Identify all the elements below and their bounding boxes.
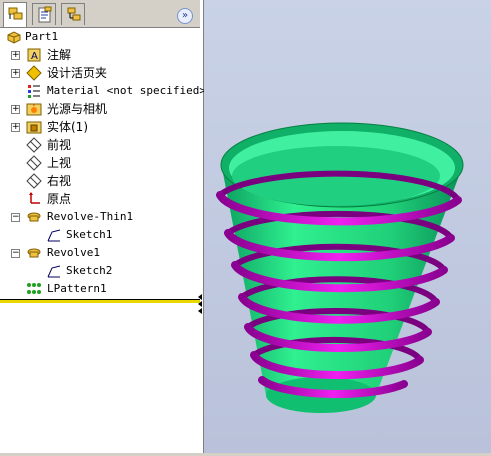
tree-root-label: Part1 <box>25 30 59 43</box>
tree-item-lpattern1[interactable]: LPattern1 <box>0 280 200 298</box>
lights-cameras-icon <box>26 103 42 116</box>
tree-item-solid-bodies[interactable]: + 实体(1) <box>0 118 200 136</box>
expander[interactable]: + <box>11 69 20 78</box>
tree-item-revolve1[interactable]: − Revolve1 <box>0 244 200 262</box>
tree-item-label: 原点 <box>47 192 72 206</box>
tree-item-lights-cameras[interactable]: + 光源与相机 <box>0 100 200 118</box>
tree-item-label: Sketch2 <box>66 264 113 277</box>
expander[interactable]: + <box>11 51 20 60</box>
feature-manager-panel: » Part1 + A 注解 + 设计活页夹 Material <not spe… <box>0 0 206 453</box>
tree-item-sketch2[interactable]: Sketch2 <box>0 262 200 280</box>
sketch-icon <box>47 229 61 242</box>
solid-bodies-folder-icon <box>26 121 42 134</box>
feature-tree: Part1 + A 注解 + 设计活页夹 Material <not speci… <box>0 28 206 298</box>
tree-item-label: LPattern1 <box>47 282 107 295</box>
annotations-icon: A <box>27 48 41 62</box>
tree-item-material[interactable]: Material <not specified> <box>0 82 206 100</box>
tree-item-label: 注解 <box>47 48 72 62</box>
panel-splitter[interactable] <box>197 294 203 314</box>
tree-item-label: 设计活页夹 <box>47 66 108 80</box>
tree-item-design-binder[interactable]: + 设计活页夹 <box>0 64 200 82</box>
tree-item-label: 光源与相机 <box>47 102 108 116</box>
tab-featuremanager[interactable] <box>3 2 27 27</box>
tree-item-label: 实体(1) <box>47 120 88 134</box>
svg-text:A: A <box>31 51 38 62</box>
material-icon <box>28 85 40 98</box>
tab-propertymanager[interactable] <box>32 3 56 25</box>
expander[interactable]: − <box>11 213 20 222</box>
part-icon <box>7 31 21 44</box>
tree-item-label: Revolve-Thin1 <box>47 210 134 223</box>
expander[interactable]: − <box>11 249 20 258</box>
expander[interactable]: + <box>11 123 20 132</box>
tree-item-label: Revolve1 <box>47 246 100 259</box>
tree-item-label: 右视 <box>47 174 72 188</box>
part-3d-model[interactable] <box>204 0 491 453</box>
tab-configurationmanager[interactable] <box>61 3 85 25</box>
design-binder-icon <box>26 65 42 81</box>
plane-icon <box>26 173 42 189</box>
graphics-viewport[interactable] <box>204 0 491 453</box>
expander[interactable]: + <box>11 105 20 114</box>
tree-root-part[interactable]: Part1 <box>0 28 200 46</box>
revolve-feature-icon <box>27 212 41 222</box>
rollback-bar[interactable] <box>0 299 200 303</box>
featuremanager-tab-icon <box>8 7 23 20</box>
origin-icon <box>29 192 40 204</box>
tree-item-label: Sketch1 <box>66 228 113 241</box>
plane-icon <box>26 155 42 171</box>
linear-pattern-icon <box>27 283 41 294</box>
tree-item-right-plane[interactable]: 右视 <box>0 172 200 190</box>
tree-item-revolve-thin1[interactable]: − Revolve-Thin1 <box>0 208 200 226</box>
tree-item-top-plane[interactable]: 上视 <box>0 154 200 172</box>
sketch-icon <box>47 265 61 278</box>
panel-tab-bar: » <box>0 0 200 28</box>
tree-item-label: 上视 <box>47 156 72 170</box>
tree-item-label: 前视 <box>47 138 72 152</box>
tree-item-sketch1[interactable]: Sketch1 <box>0 226 200 244</box>
collapse-panel-button[interactable]: » <box>177 8 193 24</box>
tree-item-label: Material <not specified> <box>47 84 206 97</box>
tree-item-front-plane[interactable]: 前视 <box>0 136 200 154</box>
propertymanager-tab-icon <box>38 6 52 23</box>
configurationmanager-tab-icon <box>67 7 81 21</box>
tree-item-origin[interactable]: 原点 <box>0 190 200 208</box>
revolve-feature-icon <box>27 248 41 258</box>
tree-item-annotations[interactable]: + A 注解 <box>0 46 200 64</box>
plane-icon <box>26 137 42 153</box>
